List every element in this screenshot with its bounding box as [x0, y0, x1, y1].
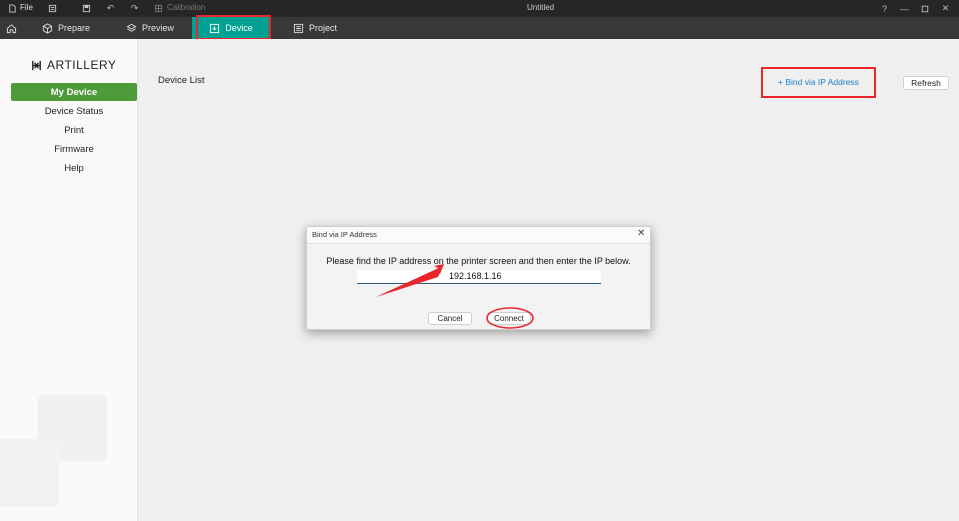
annotation-overlay [376, 264, 534, 329]
annotation-arrow [376, 264, 444, 297]
annotation-arrow-head [376, 266, 443, 297]
annotation-connect-circle [486, 307, 534, 329]
